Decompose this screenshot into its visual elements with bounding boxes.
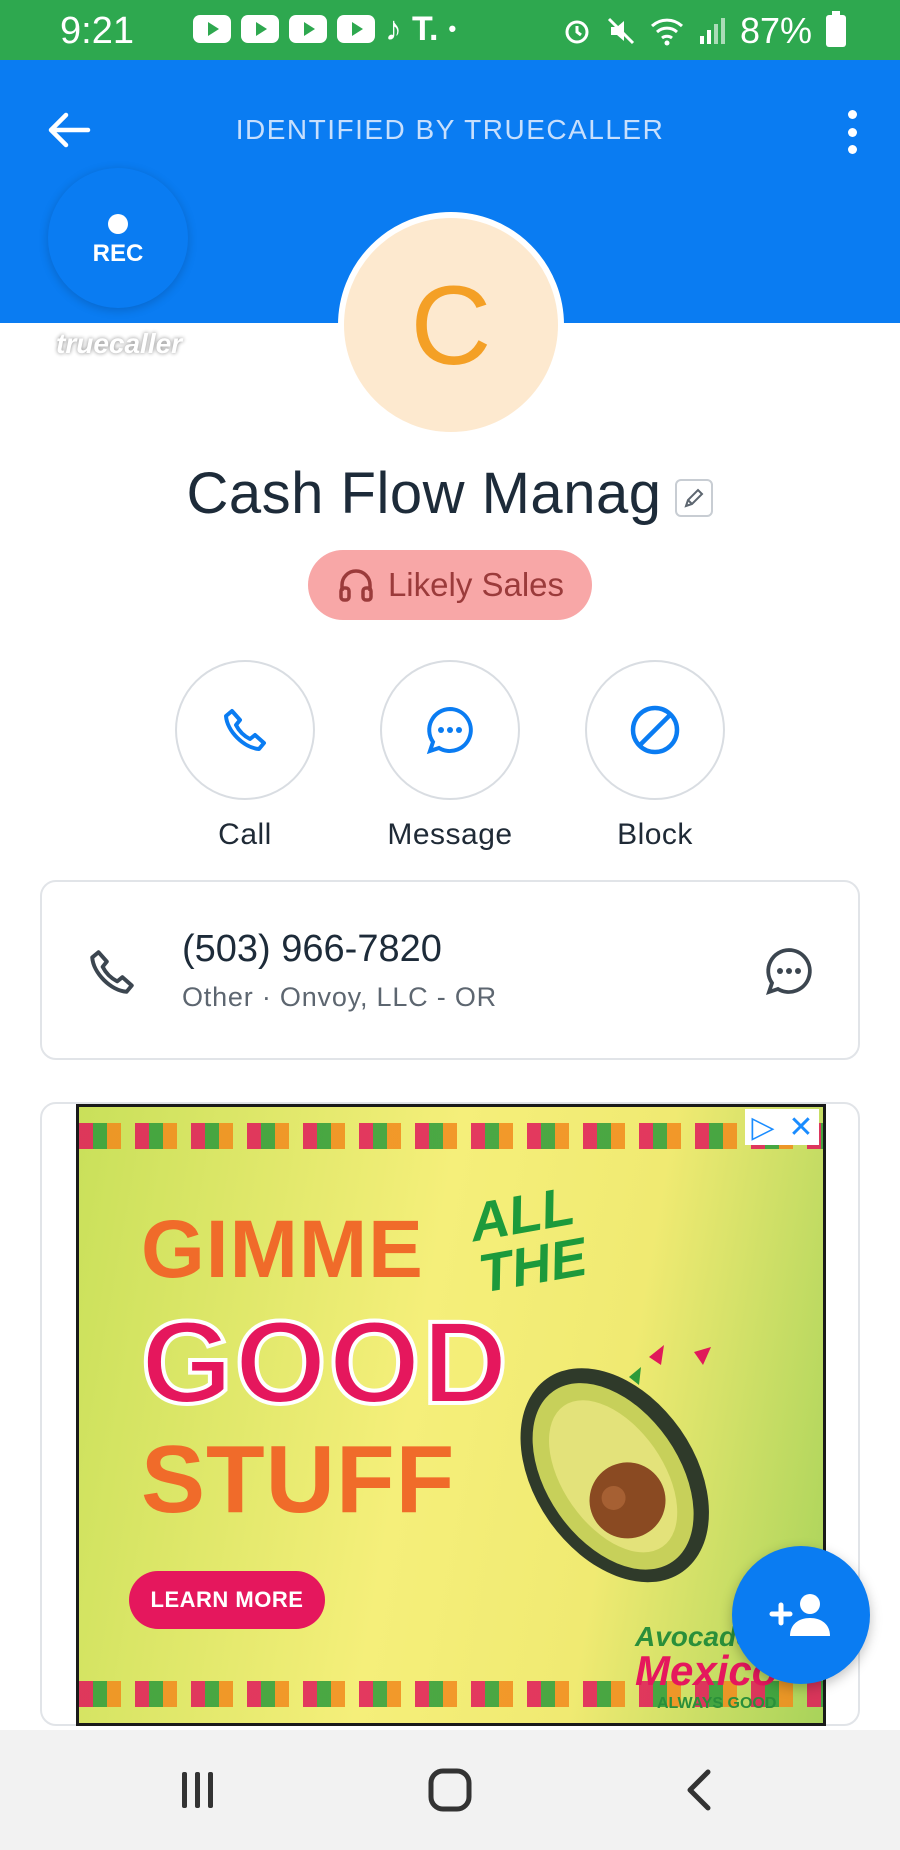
header-title: IDENTIFIED BY TRUECALLER — [235, 114, 665, 145]
contact-name-row: Cash Flow Manag — [0, 460, 900, 527]
message-action[interactable]: Message — [380, 660, 520, 852]
status-time: 9:21 — [60, 10, 134, 52]
status-bar: 9:21 ♪ T. • 87% — [0, 0, 900, 60]
record-dot-icon — [108, 214, 128, 234]
more-vert-icon — [847, 110, 857, 119]
notification-icons: ♪ T. • — [193, 10, 457, 48]
youtube-icon — [337, 15, 375, 43]
wifi-icon — [650, 18, 683, 46]
add-contact-fab[interactable] — [732, 1546, 870, 1684]
truecaller-watermark: truecaller — [56, 328, 183, 359]
ad-decor-stripe — [79, 1123, 823, 1149]
phone-number-card[interactable]: (503) 966-7820 Other · Onvoy, LLC - OR — [40, 880, 860, 1060]
message-label: Message — [387, 818, 513, 851]
ad-headline-2: GOOD — [139, 1295, 510, 1431]
tag-label: Likely Sales — [387, 566, 565, 603]
block-label: Block — [617, 818, 693, 851]
record-label: REC — [92, 240, 144, 267]
pencil-icon — [684, 488, 704, 508]
block-action[interactable]: Block — [585, 660, 725, 852]
avocado-image — [520, 1345, 711, 1583]
ad-banner[interactable]: ▷ ✕ GIMME ALL THE GOOD STUFF LEARN MORE … — [76, 1104, 826, 1726]
signal-icon — [699, 18, 725, 44]
ad-learn-more-button[interactable]: LEARN MORE — [129, 1571, 325, 1629]
phone-icon — [90, 950, 134, 994]
call-action[interactable]: Call — [175, 660, 315, 852]
system-icons: 87% — [562, 10, 846, 52]
record-button[interactable]: REC — [48, 168, 188, 308]
message-icon — [765, 948, 812, 996]
avatar-letter: C — [410, 262, 492, 388]
home-button[interactable] — [415, 1760, 485, 1820]
recents-button[interactable] — [163, 1760, 233, 1820]
mute-icon — [607, 17, 634, 45]
ad-brand-tagline: ALWAYS GOOD — [657, 1695, 777, 1712]
block-icon — [630, 705, 680, 755]
ad-headline-accent: ALL THE — [465, 1176, 591, 1305]
battery-icon — [826, 11, 846, 47]
youtube-icon — [193, 15, 231, 43]
battery-percent: 87% — [739, 10, 812, 51]
youtube-icon — [241, 15, 279, 43]
block-button[interactable] — [585, 660, 725, 800]
youtube-icon — [289, 15, 327, 43]
phone-number: (503) 966-7820 — [182, 928, 442, 970]
edit-name-button[interactable] — [675, 478, 714, 517]
message-button[interactable] — [380, 660, 520, 800]
phone-icon — [224, 709, 266, 751]
back-nav-button[interactable] — [665, 1760, 735, 1820]
more-options-button[interactable] — [840, 110, 864, 154]
close-ad-icon[interactable]: ✕ — [783, 1109, 819, 1145]
call-label: Call — [218, 818, 272, 851]
ad-headline-1: GIMME — [141, 1204, 424, 1295]
alarm-icon — [565, 20, 589, 44]
adchoices-icon[interactable]: ▷ — [745, 1109, 781, 1145]
call-button[interactable] — [175, 660, 315, 800]
contact-avatar[interactable]: C — [338, 212, 564, 438]
recents-icon — [182, 1772, 213, 1808]
person-add-icon — [769, 1594, 830, 1636]
ad-controls: ▷ ✕ — [745, 1109, 819, 1145]
headset-icon — [339, 569, 373, 602]
t-mobile-icon: T. — [412, 10, 439, 48]
spam-tag: Likely Sales — [308, 550, 592, 620]
home-icon — [428, 1768, 472, 1812]
sms-button[interactable] — [762, 944, 816, 1003]
tiktok-icon: ♪ — [385, 10, 402, 48]
contact-name: Cash Flow Manag — [186, 461, 662, 526]
message-icon — [426, 706, 473, 755]
phone-carrier-info: Other · Onvoy, LLC - OR — [182, 982, 497, 1012]
system-navigation-bar — [0, 1730, 900, 1850]
dot-icon: • — [448, 16, 457, 41]
ad-headline-3: STUFF — [141, 1426, 456, 1533]
chevron-left-icon — [687, 1769, 711, 1811]
